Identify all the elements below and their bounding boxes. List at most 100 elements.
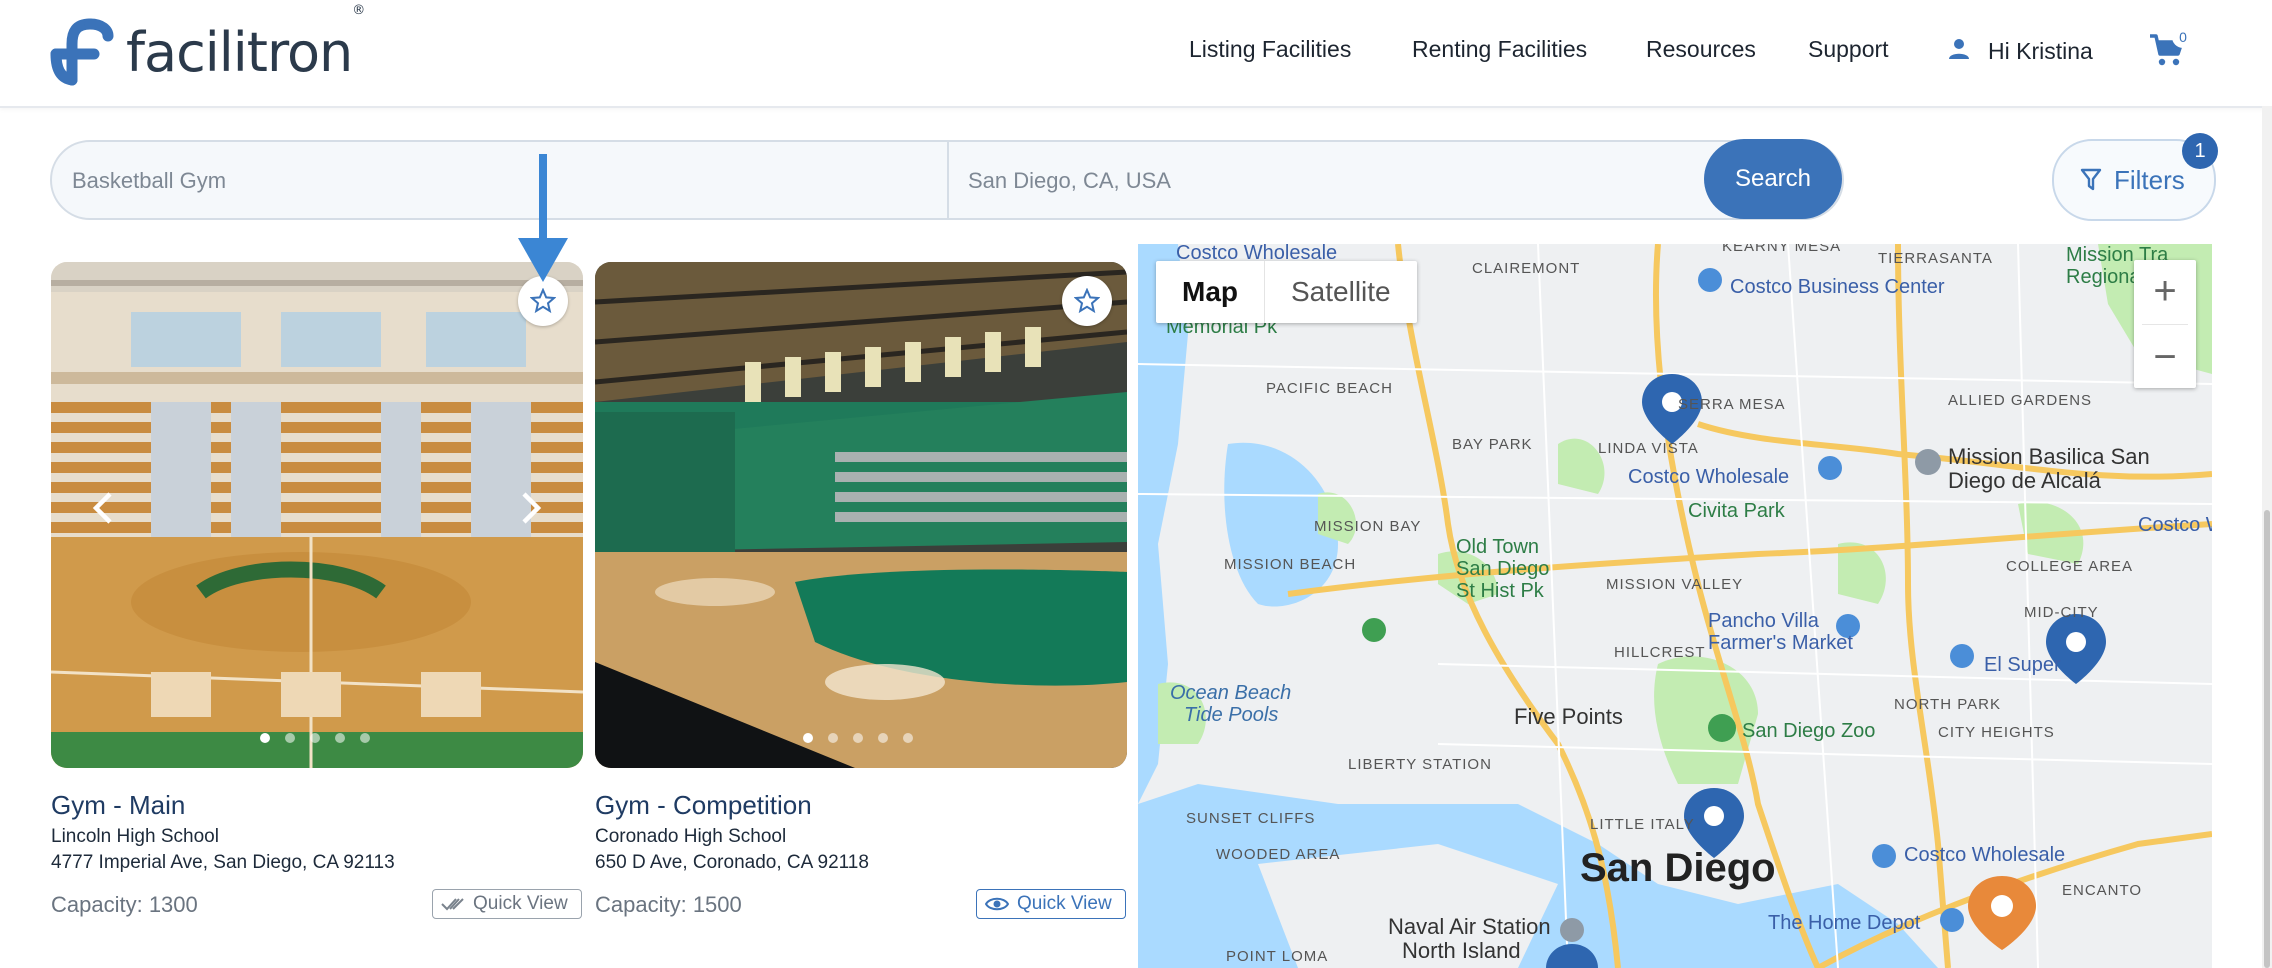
map-label: Costco Wholesale <box>1904 844 2066 866</box>
star-icon <box>1074 288 1100 314</box>
listing-school: Lincoln High School <box>51 826 219 847</box>
search-divider <box>947 142 949 218</box>
map-label: PACIFIC BEACH <box>1266 380 1393 397</box>
listing-address: 650 D Ave, Coronado, CA 92118 <box>595 852 869 873</box>
carousel-dot[interactable] <box>360 733 370 743</box>
map-label: SUNSET CLIFFS <box>1186 810 1316 827</box>
user-icon[interactable] <box>1948 38 1970 60</box>
carousel-dot[interactable] <box>853 733 863 743</box>
satellite-view-button[interactable]: Satellite <box>1264 261 1417 323</box>
map-label: Costco Wholesale <box>1628 466 1790 488</box>
carousel-dot[interactable] <box>310 733 320 743</box>
carousel-dot[interactable] <box>803 733 813 743</box>
facilitron-logo-mark-icon <box>50 18 114 86</box>
zoom-divider <box>2142 324 2188 325</box>
carousel-dot[interactable] <box>260 733 270 743</box>
listing-photo-carousel[interactable] <box>51 262 583 768</box>
map-view[interactable]: Costco Wholesale CLAIREMONT KEARNY MESA … <box>1138 244 2212 968</box>
listing-photo-carousel[interactable] <box>595 262 1127 768</box>
map-label: SERRA MESA <box>1678 396 1786 413</box>
map-label: San Diego <box>1456 558 1550 580</box>
map-label: KEARNY MESA <box>1722 244 1842 255</box>
map-type-toggle: Map Satellite <box>1156 261 1417 323</box>
map-label: BAY PARK <box>1452 436 1533 453</box>
chevron-right-icon[interactable] <box>516 488 546 528</box>
facilitron-logo[interactable]: facilitron® <box>50 2 365 86</box>
map-label: Old Town <box>1456 536 1540 558</box>
listing-address: 4777 Imperial Ave, San Diego, CA 92113 <box>51 852 395 873</box>
map-label: LINDA VISTA <box>1598 440 1699 457</box>
map-label: Naval Air Station <box>1388 914 1551 939</box>
cart-count-badge: 0 <box>2172 26 2194 48</box>
eye-icon <box>985 897 1009 911</box>
quick-view-button[interactable]: Quick View <box>432 889 582 919</box>
nav-resources[interactable]: Resources <box>1646 36 1756 63</box>
map-label: TIERRASANTA <box>1878 250 1993 267</box>
user-greeting[interactable]: Hi Kristina <box>1988 38 2093 65</box>
map-label: LITTLE ITALY <box>1590 816 1695 833</box>
map-label: Five Points <box>1514 704 1623 729</box>
map-label: MID-CITY <box>2024 604 2099 621</box>
quick-view-label: Quick View <box>473 893 568 914</box>
listing-title[interactable]: Gym - Main <box>51 790 185 821</box>
carousel-dot[interactable] <box>285 733 295 743</box>
map-label: WOODED AREA <box>1216 846 1341 863</box>
carousel-dot[interactable] <box>335 733 345 743</box>
map-label: LIBERTY STATION <box>1348 756 1492 773</box>
map-zoom-controls: + − <box>2134 260 2196 388</box>
location-search-input[interactable]: San Diego, CA, USA <box>968 168 1171 194</box>
zoom-out-button[interactable]: − <box>2134 326 2196 388</box>
map-label: ENCANTO <box>2062 882 2143 899</box>
gym-competition-photo <box>595 262 1127 768</box>
map-view-button[interactable]: Map <box>1156 261 1264 323</box>
carousel-dot[interactable] <box>903 733 913 743</box>
listing-capacity: Capacity: 1500 <box>595 892 742 917</box>
map-label: HILLCREST <box>1614 644 1706 661</box>
listing-capacity: Capacity: 1300 <box>51 892 198 917</box>
map-label: Costco Wh <box>2138 514 2212 536</box>
map-label: El Super <box>1984 654 2061 676</box>
quick-view-label: Quick View <box>1017 893 1112 914</box>
map-label: Mission Basilica San <box>1948 444 2150 469</box>
map-label: San Diego <box>1580 846 1776 890</box>
nav-support[interactable]: Support <box>1808 36 1889 63</box>
map-label: CLAIREMONT <box>1472 260 1581 277</box>
carousel-dots <box>803 733 913 743</box>
carousel-dot[interactable] <box>878 733 888 743</box>
map-label: Civita Park <box>1688 500 1785 522</box>
map-label: Ocean Beach <box>1170 682 1292 704</box>
map-label: Diego de Alcalá <box>1948 468 2101 493</box>
double-check-icon <box>441 898 464 911</box>
map-label: MISSION VALLEY <box>1606 576 1744 593</box>
listing-title[interactable]: Gym - Competition <box>595 790 812 821</box>
filters-label: Filters <box>2114 165 2185 195</box>
favorite-star-button[interactable] <box>1062 276 1112 326</box>
carousel-dot[interactable] <box>828 733 838 743</box>
map-label: The Home Depot <box>1768 912 1921 934</box>
search-button[interactable]: Search <box>1704 139 1842 219</box>
map-label: MISSION BEACH <box>1224 556 1357 573</box>
map-label: CITY HEIGHTS <box>1938 724 2055 741</box>
quick-view-button[interactable]: Quick View <box>976 889 1126 919</box>
brand-name: facilitron® <box>126 2 365 84</box>
map-label: ALLIED GARDENS <box>1948 392 2093 409</box>
filters-count-badge: 1 <box>2182 133 2218 169</box>
annotation-arrow-icon <box>518 154 568 282</box>
map-label: Farmer's Market <box>1708 632 1853 654</box>
nav-listing-facilities[interactable]: Listing Facilities <box>1189 36 1351 63</box>
map-label: POINT LOMA <box>1226 948 1329 965</box>
map-label: St Hist Pk <box>1456 580 1544 602</box>
page-scrollbar-thumb[interactable] <box>2264 510 2270 968</box>
map-label: COLLEGE AREA <box>2006 558 2134 575</box>
carousel-dots <box>260 733 370 743</box>
top-navigation-bar: facilitron® Listing Facilities Renting F… <box>0 0 2272 108</box>
chevron-left-icon[interactable] <box>88 488 118 528</box>
zoom-in-button[interactable]: + <box>2134 260 2196 322</box>
map-label: San Diego Zoo <box>1742 720 1876 742</box>
map-label: Tide Pools <box>1184 704 1279 726</box>
map-label: Costco Business Center <box>1730 276 1945 298</box>
map-label: NORTH PARK <box>1894 696 2001 713</box>
nav-renting-facilities[interactable]: Renting Facilities <box>1412 36 1587 63</box>
listing-school: Coronado High School <box>595 826 787 847</box>
keyword-search-input[interactable]: Basketball Gym <box>72 168 226 194</box>
